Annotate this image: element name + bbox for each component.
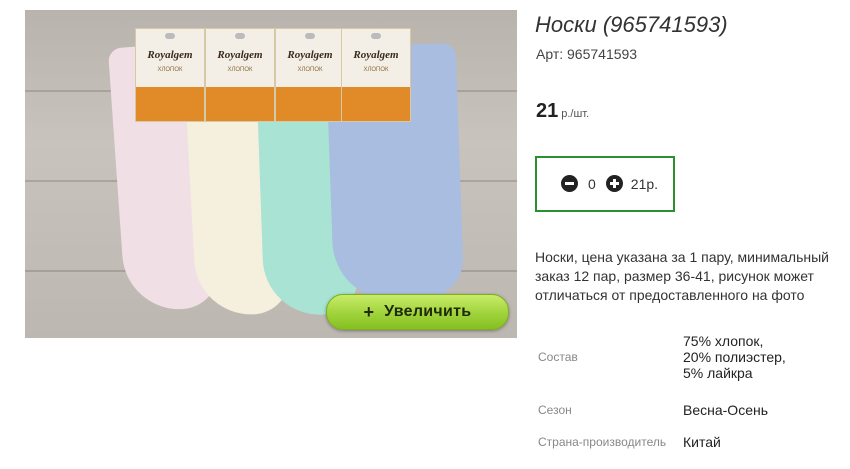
spec-value: Весна-Осень: [683, 402, 769, 418]
spec-value: 75% хлопок, 20% полиэстер, 5% лайкра: [683, 333, 786, 381]
price-unit: р./шт.: [561, 108, 590, 120]
minus-circle-icon[interactable]: [561, 175, 578, 192]
quantity-value[interactable]: 0: [588, 176, 596, 192]
specs-table: Состав 75% хлопок, 20% полиэстер, 5% лай…: [535, 322, 793, 456]
price-value: 21: [536, 100, 559, 122]
spec-row: Страна-производитель Китай: [535, 428, 793, 456]
product-tag: Royalgem ХЛОПОК: [205, 28, 275, 122]
plus-circle-icon[interactable]: [605, 175, 623, 192]
spec-row: Сезон Весна-Осень: [535, 392, 793, 428]
product-title: Носки (965741593): [535, 12, 728, 37]
plus-icon: +: [363, 301, 375, 322]
product-tag: Royalgem ХЛОПОК: [275, 28, 345, 122]
spec-value: Китай: [683, 434, 721, 450]
product-tag: Royalgem ХЛОПОК: [135, 28, 205, 122]
product-image[interactable]: Royalgem ХЛОПОК Royalgem ХЛОПОК Royalgem ХЛ…: [25, 10, 517, 338]
zoom-button-label: Увеличить: [384, 303, 472, 320]
product-tag: Royalgem ХЛОПОК: [341, 28, 411, 122]
spec-key: Состав: [538, 350, 578, 364]
spec-row: Состав 75% хлопок, 20% полиэстер, 5% лай…: [535, 322, 793, 392]
spec-key: Страна-производитель: [538, 435, 667, 449]
product-description: Носки, цена указана за 1 пару, минимальн…: [535, 249, 829, 303]
spec-key: Сезон: [538, 403, 572, 417]
product-price: 21 р./шт.: [536, 100, 589, 123]
quantity-sum: 21р.: [630, 175, 659, 192]
zoom-button[interactable]: + Увеличить: [326, 294, 509, 330]
product-article: Арт: 965741593: [536, 46, 638, 62]
quantity-selector: 0 21р.: [535, 156, 675, 212]
